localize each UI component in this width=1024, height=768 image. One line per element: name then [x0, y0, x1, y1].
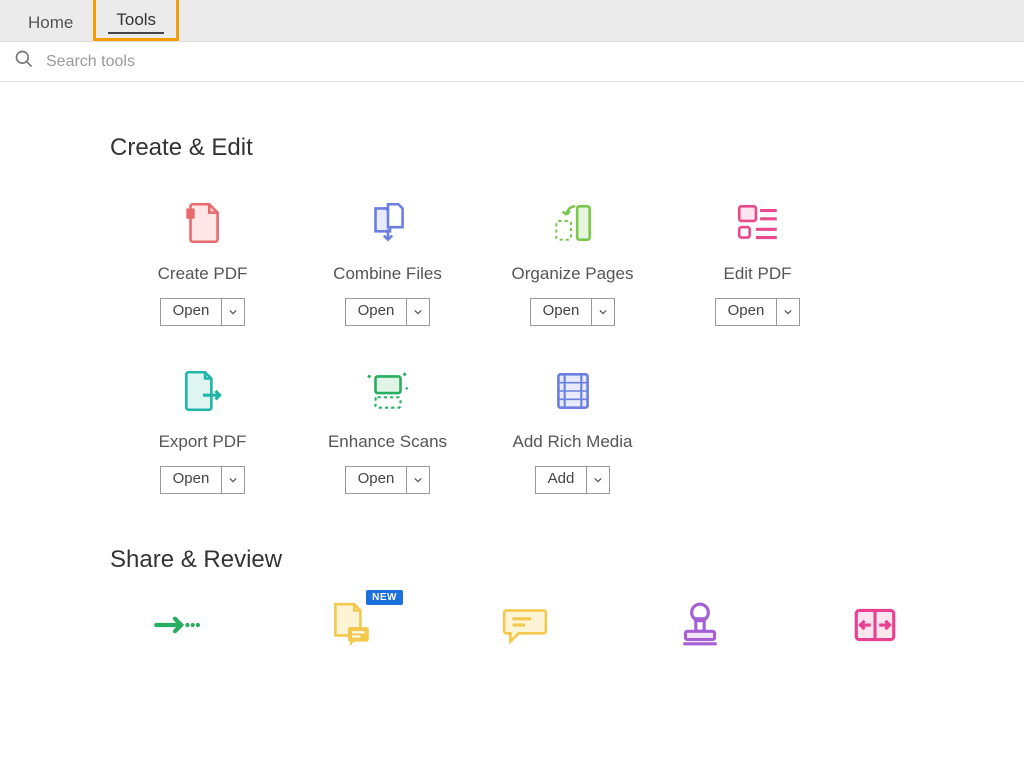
send-icon[interactable]	[150, 600, 230, 655]
enhance-scans-icon	[295, 356, 480, 426]
compare-icon[interactable]	[850, 600, 930, 655]
open-button[interactable]: Open	[715, 298, 801, 326]
add-button[interactable]: Add	[535, 466, 611, 494]
chevron-down-icon[interactable]	[777, 299, 799, 325]
chevron-down-icon[interactable]	[222, 467, 244, 493]
tool-label: Add Rich Media	[480, 432, 665, 452]
tool-organize-pages[interactable]: Organize Pages Open	[480, 188, 665, 326]
section-create-edit: Create & Edit	[110, 134, 984, 162]
tab-tools[interactable]: Tools	[93, 0, 179, 41]
edit-pdf-icon	[665, 188, 850, 258]
open-button[interactable]: Open	[345, 466, 431, 494]
tool-add-rich-media[interactable]: Add Rich Media Add	[480, 356, 665, 494]
search-input[interactable]	[46, 53, 1024, 71]
export-pdf-icon	[110, 356, 295, 426]
tool-label: Enhance Scans	[295, 432, 480, 452]
tool-label: Organize Pages	[480, 264, 665, 284]
chevron-down-icon[interactable]	[407, 467, 429, 493]
rich-media-icon	[480, 356, 665, 426]
combine-files-icon	[295, 188, 480, 258]
open-button[interactable]: Open	[160, 298, 246, 326]
chevron-down-icon[interactable]	[407, 299, 429, 325]
tool-create-pdf[interactable]: Create PDF Open	[110, 188, 295, 326]
open-button[interactable]: Open	[345, 298, 431, 326]
chevron-down-icon[interactable]	[222, 299, 244, 325]
tool-enhance-scans[interactable]: Enhance Scans Open	[295, 356, 480, 494]
tool-label: Create PDF	[110, 264, 295, 284]
chevron-down-icon[interactable]	[587, 467, 609, 493]
new-badge: NEW	[366, 590, 403, 605]
tool-label: Edit PDF	[665, 264, 850, 284]
review-icon[interactable]: NEW	[325, 600, 405, 655]
open-button[interactable]: Open	[160, 466, 246, 494]
stamp-icon[interactable]	[675, 600, 755, 655]
comment-icon[interactable]	[500, 600, 580, 655]
search-bar	[0, 42, 1024, 82]
tool-export-pdf[interactable]: Export PDF Open	[110, 356, 295, 494]
chevron-down-icon[interactable]	[592, 299, 614, 325]
search-icon	[14, 49, 34, 74]
create-pdf-icon	[110, 188, 295, 258]
tool-edit-pdf[interactable]: Edit PDF Open	[665, 188, 850, 326]
tool-combine-files[interactable]: Combine Files Open	[295, 188, 480, 326]
tool-label: Combine Files	[295, 264, 480, 284]
tab-bar: Home Tools	[0, 0, 1024, 42]
tool-label: Export PDF	[110, 432, 295, 452]
section-share-review: Share & Review	[110, 546, 984, 574]
open-button[interactable]: Open	[530, 298, 616, 326]
tab-home[interactable]: Home	[8, 3, 93, 41]
organize-pages-icon	[480, 188, 665, 258]
